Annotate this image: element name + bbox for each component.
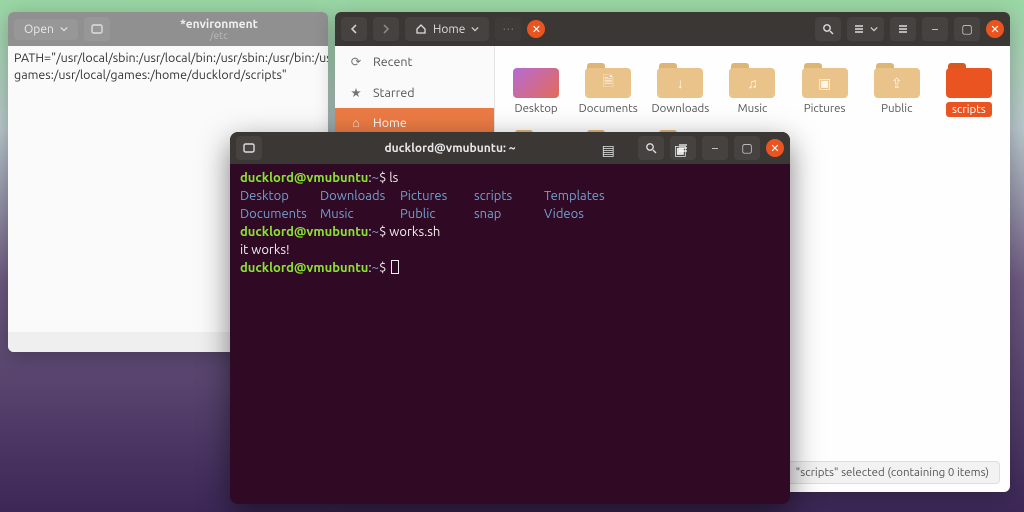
folder-label: Music [738, 102, 768, 115]
terminal-command: ls [389, 171, 398, 185]
sidebar-item-starred[interactable]: ★ Starred [335, 77, 494, 108]
terminal-line: Desktop Downloads Pictures scripts Templ… [240, 188, 780, 206]
home-icon [415, 23, 427, 35]
chevron-right-icon [381, 24, 391, 34]
cursor-icon [391, 260, 399, 274]
clock-icon: ⟳ [349, 54, 363, 69]
pictures-icon: ▣ [802, 68, 848, 98]
prompt-userhost: ducklord@vmubuntu [240, 171, 368, 185]
search-icon [822, 23, 834, 35]
hamburger-icon [897, 23, 909, 35]
sidebar-item-label: Home [373, 116, 407, 130]
terminal-window: ducklord@vmubuntu: ~ – ▢ ✕ ducklord@vmub… [230, 132, 790, 504]
hamburger-button[interactable] [890, 17, 916, 41]
minimize-button[interactable]: – [922, 17, 948, 41]
home-icon: ⌂ [349, 116, 363, 130]
maximize-button[interactable]: ▢ [734, 136, 760, 160]
folder-label: Pictures [804, 102, 846, 115]
chevron-down-icon [60, 25, 68, 33]
search-icon [645, 142, 657, 154]
tab-close-icon[interactable]: ✕ [527, 20, 545, 38]
folder-label: Documents [579, 102, 638, 115]
gedit-open-button[interactable]: Open [14, 19, 78, 40]
folder-icon: ▤ [585, 135, 631, 165]
path-home-label: Home [433, 23, 465, 36]
minimize-button[interactable]: – [702, 136, 728, 160]
maximize-button[interactable]: ▢ [954, 17, 980, 41]
folder-scripts[interactable]: scripts [936, 60, 1002, 117]
prompt-path: ~ [372, 171, 379, 185]
files-statusbar: "scripts" selected (containing 0 items) [785, 461, 1000, 484]
open-label: Open [24, 23, 54, 36]
path-home[interactable]: Home [405, 17, 489, 41]
close-button[interactable]: ✕ [986, 20, 1004, 38]
public-icon: ⇪ [874, 68, 920, 98]
folder-pictures[interactable]: ▣ Pictures [792, 60, 858, 117]
folder-icon [513, 135, 559, 165]
terminal-headerbar[interactable]: ducklord@vmubuntu: ~ – ▢ ✕ [230, 132, 790, 164]
terminal-title: ducklord@vmubuntu: ~ [268, 142, 632, 155]
folder-label: Public [881, 102, 912, 115]
folder-music[interactable]: ♫ Music [719, 60, 785, 117]
chevron-left-icon [349, 24, 359, 34]
terminal-line: Documents Music Public snap Videos [240, 206, 780, 224]
chevron-down-icon [471, 25, 479, 33]
search-button[interactable] [815, 17, 841, 41]
sidebar-item-recent[interactable]: ⟳ Recent [335, 46, 494, 77]
terminal-command: works.sh [389, 225, 440, 239]
folder-icon [946, 68, 992, 98]
files-headerbar[interactable]: Home ⋯ ✕ – ▢ ✕ [335, 12, 1010, 46]
folder-icon: ▣ [657, 135, 703, 165]
folder-public[interactable]: ⇪ Public [864, 60, 930, 117]
gedit-titlebar[interactable]: Open *environment /etc [8, 12, 328, 46]
editor-line: games:/usr/local/games:/home/ducklord/sc… [14, 68, 287, 82]
editor-line: PATH="/usr/local/sbin:/usr/local/bin:/us… [14, 51, 328, 65]
terminal-line: ducklord@vmubuntu:~$ ls [240, 170, 780, 188]
view-list-button[interactable] [847, 17, 884, 41]
terminal-line: ducklord@vmubuntu:~$ works.sh [240, 224, 780, 242]
folder-desktop[interactable]: Desktop [503, 60, 569, 117]
sidebar-item-label: Recent [373, 55, 412, 69]
terminal-output[interactable]: ducklord@vmubuntu:~$ ls Desktop Download… [230, 164, 790, 284]
path-extra-button[interactable]: ⋯ [495, 17, 521, 41]
gedit-document-path: /etc [116, 30, 322, 41]
terminal-new-tab-button[interactable] [236, 136, 262, 160]
chevron-down-icon [870, 25, 878, 33]
terminal-line: it works! [240, 242, 780, 260]
forward-button[interactable] [373, 17, 399, 41]
close-button[interactable]: ✕ [766, 139, 784, 157]
gedit-new-tab-button[interactable] [84, 17, 110, 41]
folder-documents[interactable]: 🗎 Documents [575, 60, 641, 117]
folder-downloads[interactable]: ↓ Downloads [647, 60, 713, 117]
folder-label: scripts [946, 102, 992, 117]
folder-label: Downloads [652, 102, 710, 115]
gedit-title-wrap: *environment /etc [116, 18, 322, 41]
folder-label: Desktop [514, 102, 557, 115]
download-icon: ↓ [657, 68, 703, 98]
terminal-line: ducklord@vmubuntu:~$ [240, 260, 780, 278]
back-button[interactable] [341, 17, 367, 41]
new-tab-icon [242, 141, 256, 155]
music-icon: ♫ [729, 68, 775, 98]
star-icon: ★ [349, 85, 363, 100]
document-icon: 🗎 [585, 68, 631, 98]
desktop-icon [513, 68, 559, 98]
new-tab-icon [90, 22, 104, 36]
sidebar-item-label: Starred [373, 86, 415, 100]
list-icon [853, 23, 865, 35]
